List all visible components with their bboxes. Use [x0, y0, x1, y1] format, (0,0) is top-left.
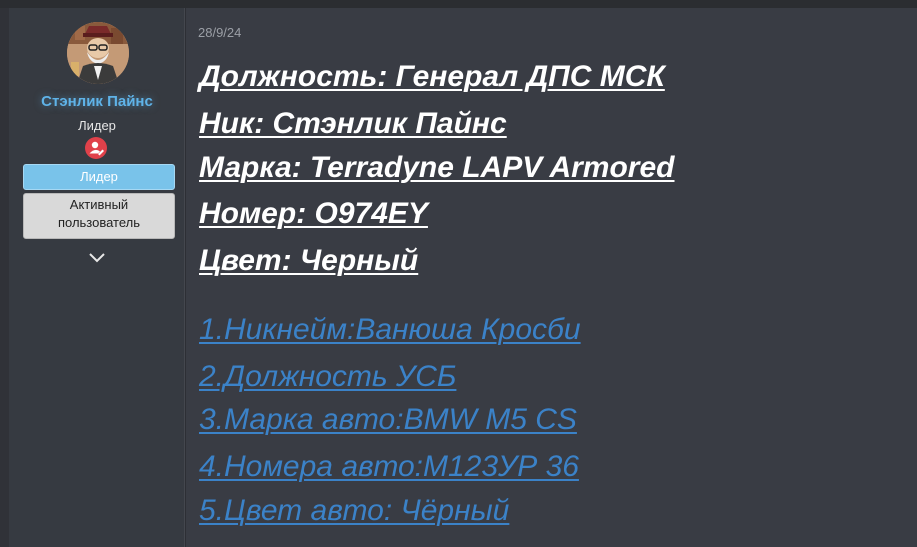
- left-edge: [0, 8, 9, 547]
- avatar-image: [67, 22, 129, 84]
- info-line-color: Цвет: Черный: [199, 244, 419, 277]
- active-user-banner-line1: Активный: [69, 197, 129, 212]
- leader-banner: Лидер: [23, 164, 175, 190]
- top-strip: [0, 0, 917, 8]
- link-car-brand[interactable]: 3.Марка авто:BMW M5 CS: [199, 403, 577, 437]
- link-car-number[interactable]: 4.Номера авто:M123УР 36: [199, 450, 579, 484]
- active-user-banner-line2: пользователь: [57, 215, 141, 230]
- info-line-number: Номер: O974EY: [199, 197, 428, 230]
- username-link[interactable]: Стэнлик Пайнс: [9, 93, 185, 110]
- link-position[interactable]: 2.Должность УСБ: [199, 360, 456, 394]
- info-line-brand: Марка: Terradyne LAPV Armored: [199, 151, 675, 184]
- active-user-banner: Активный пользователь: [23, 193, 175, 239]
- post-content: 28/9/24 Должность: Генерал ДПС МСК Ник: …: [186, 8, 917, 547]
- post-date[interactable]: 28/9/24: [198, 25, 241, 40]
- link-nickname[interactable]: 1.Никнейм:Ванюша Кросби: [199, 313, 581, 347]
- info-line-position: Должность: Генерал ДПС МСК: [199, 60, 665, 93]
- info-line-nick: Ник: Стэнлик Пайнс: [199, 107, 507, 140]
- user-edit-icon: [85, 137, 107, 159]
- user-sidebar: Стэнлик Пайнс Лидер Лидер Активный польз…: [9, 8, 185, 547]
- avatar[interactable]: [67, 22, 129, 84]
- chevron-down-icon[interactable]: [87, 248, 107, 268]
- user-title: Лидер: [78, 118, 116, 133]
- link-car-color[interactable]: 5.Цвет авто: Чёрный: [199, 494, 509, 528]
- forum-post-frame: Стэнлик Пайнс Лидер Лидер Активный польз…: [0, 0, 917, 547]
